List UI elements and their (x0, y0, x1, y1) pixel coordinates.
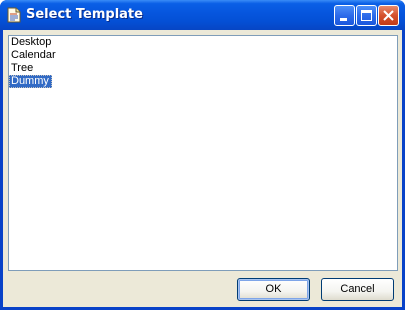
close-button[interactable] (378, 5, 399, 26)
minimize-button[interactable] (334, 5, 355, 26)
maximize-icon (361, 10, 372, 21)
minimize-icon (340, 18, 347, 21)
cancel-button[interactable]: Cancel (321, 278, 394, 301)
list-item[interactable]: Calendar (9, 49, 59, 62)
title-bar[interactable]: Select Template (0, 0, 405, 30)
maximize-button[interactable] (356, 5, 377, 26)
select-template-dialog: Select Template Desktop Calendar Tree Du… (0, 0, 405, 310)
ok-button[interactable]: OK (237, 278, 310, 301)
window-title: Select Template (26, 7, 143, 22)
list-item[interactable]: Desktop (9, 36, 54, 49)
dialog-body: Desktop Calendar Tree Dummy OK Cancel (3, 30, 402, 307)
list-item[interactable]: Tree (9, 62, 36, 75)
template-listbox[interactable]: Desktop Calendar Tree Dummy (8, 35, 398, 271)
list-item-selected[interactable]: Dummy (9, 75, 52, 88)
document-icon (6, 7, 22, 23)
close-icon (383, 10, 394, 21)
